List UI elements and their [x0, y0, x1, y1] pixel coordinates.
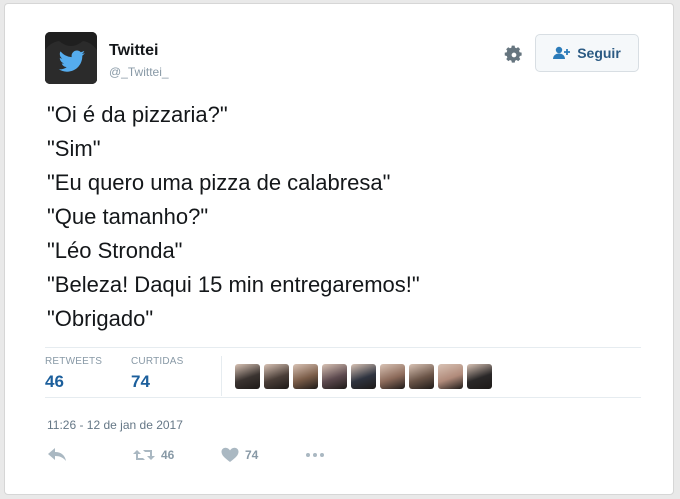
tweet-line: "Beleza! Daqui 15 min entregaremos!" — [47, 272, 420, 297]
tweet-text: "Oi é da pizzaria?" "Sim" "Eu quero uma … — [47, 98, 647, 336]
tweet-line: "Oi é da pizzaria?" — [47, 102, 228, 127]
timestamp[interactable]: 11:26 - 12 de jan de 2017 — [47, 418, 183, 432]
divider — [45, 397, 641, 398]
retweet-count: 46 — [161, 448, 175, 462]
retweets-count: 46 — [45, 372, 64, 391]
reply-icon — [48, 448, 66, 461]
avatar[interactable] — [45, 32, 97, 84]
like-count: 74 — [245, 448, 259, 462]
tweet-line: "Eu quero uma pizza de calabresa" — [47, 170, 391, 195]
stats-separator — [221, 356, 222, 396]
follow-user-icon — [553, 46, 571, 59]
liker-avatar[interactable] — [322, 364, 347, 389]
likes-label: CURTIDAS — [131, 356, 184, 367]
retweets-stat[interactable]: RETWEETS 46 — [45, 356, 102, 392]
liker-avatar[interactable] — [293, 364, 318, 389]
twitter-bird-icon — [45, 32, 97, 84]
liker-avatar[interactable] — [438, 364, 463, 389]
divider — [45, 347, 641, 348]
tweet-line: "Sim" — [47, 136, 101, 161]
more-icon — [306, 453, 324, 457]
follow-button[interactable]: Seguir — [535, 34, 639, 72]
liker-avatar[interactable] — [380, 364, 405, 389]
tweet-line: "Obrigado" — [47, 306, 154, 331]
likes-count: 74 — [131, 372, 150, 391]
tweet-line: "Que tamanho?" — [47, 204, 209, 229]
liker-avatar[interactable] — [264, 364, 289, 389]
liker-avatar[interactable] — [235, 364, 260, 389]
more-button[interactable] — [305, 447, 325, 463]
user-name[interactable]: Twittei — [109, 42, 158, 60]
tweet-card: Twittei @_Twittei_ Seguir "Oi é da pizza… — [4, 3, 674, 495]
liker-avatar[interactable] — [351, 364, 376, 389]
retweet-button[interactable]: 46 — [133, 447, 174, 463]
like-button[interactable]: 74 — [221, 447, 258, 463]
liker-avatars — [235, 364, 492, 389]
retweets-label: RETWEETS — [45, 356, 103, 367]
user-handle[interactable]: @_Twittei_ — [109, 65, 169, 79]
retweet-icon — [133, 450, 155, 460]
liker-avatar[interactable] — [409, 364, 434, 389]
reply-button[interactable] — [47, 447, 67, 463]
likes-stat[interactable]: CURTIDAS 74 — [131, 356, 184, 392]
tweet-line: "Léo Stronda" — [47, 238, 183, 263]
heart-icon — [221, 447, 239, 462]
gear-icon[interactable] — [503, 44, 525, 66]
liker-avatar[interactable] — [467, 364, 492, 389]
follow-button-label: Seguir — [577, 45, 621, 61]
